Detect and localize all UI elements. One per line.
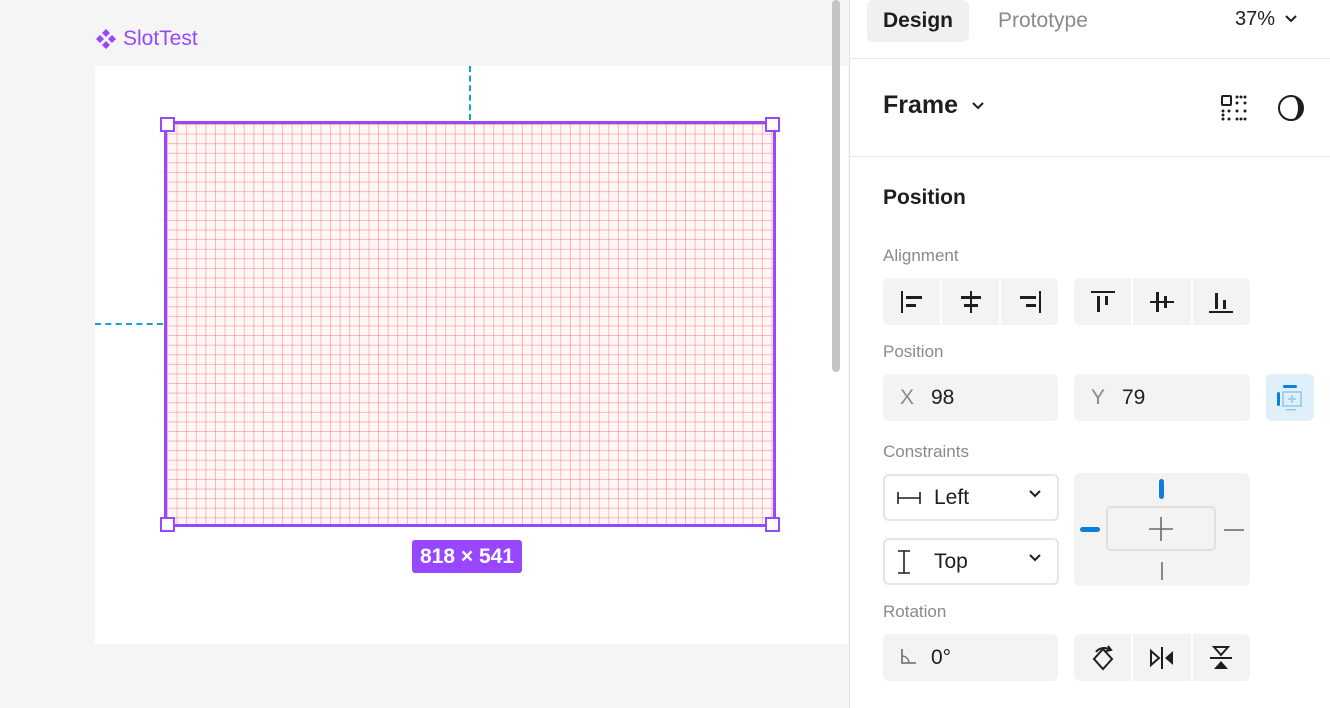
constraint-right-indicator[interactable] bbox=[1224, 529, 1244, 531]
frame-title: Frame bbox=[883, 91, 959, 119]
panel-tabs: Design Prototype 37% bbox=[850, 0, 1330, 59]
tab-design[interactable]: Design bbox=[867, 0, 970, 42]
flip-horizontal-button[interactable] bbox=[1133, 634, 1193, 681]
flip-vertical-button[interactable] bbox=[1193, 634, 1250, 681]
flip-vertical-icon bbox=[1210, 645, 1233, 669]
x-value: 98 bbox=[931, 385, 955, 409]
align-horizontal-center-button[interactable] bbox=[942, 278, 1001, 325]
align-left-icon bbox=[900, 290, 922, 313]
align-right-button[interactable] bbox=[1001, 278, 1058, 325]
constraint-center-box[interactable] bbox=[1106, 506, 1216, 551]
frame-type-dropdown[interactable]: Frame bbox=[883, 91, 984, 120]
vertical-alignment-group bbox=[1074, 278, 1250, 325]
horizontal-alignment-group bbox=[883, 278, 1058, 325]
align-bottom-icon bbox=[1209, 292, 1234, 313]
constraint-left-indicator[interactable] bbox=[1080, 527, 1100, 532]
align-left-button[interactable] bbox=[883, 278, 942, 325]
chevron-down-icon bbox=[1029, 490, 1041, 498]
rotation-field[interactable]: 0° bbox=[883, 634, 1058, 681]
align-horizontal-center-icon bbox=[960, 290, 981, 313]
canvas[interactable]: SlotTest 818 × 541 bbox=[0, 0, 848, 708]
flip-horizontal-icon bbox=[1149, 646, 1173, 669]
vertical-constraint-value: Top bbox=[934, 549, 968, 573]
constraints-icon bbox=[1277, 384, 1302, 410]
y-value: 79 bbox=[1122, 385, 1146, 409]
y-position-field[interactable]: Y 79 bbox=[1074, 374, 1250, 421]
align-vertical-center-icon bbox=[1149, 291, 1174, 312]
component-icon bbox=[96, 29, 116, 49]
vertical-scrollbar[interactable] bbox=[832, 0, 840, 372]
alignment-label: Alignment bbox=[883, 246, 959, 265]
vertical-constraint-icon bbox=[898, 549, 910, 574]
constraint-widget bbox=[1074, 473, 1250, 586]
resize-handle-top-left[interactable] bbox=[160, 117, 175, 132]
zoom-dropdown[interactable]: 37% bbox=[1235, 0, 1297, 38]
rotate-button[interactable] bbox=[1074, 634, 1134, 681]
constraint-top-indicator[interactable] bbox=[1159, 479, 1164, 499]
x-position-field[interactable]: X 98 bbox=[883, 374, 1058, 421]
rotation-value: 0° bbox=[931, 645, 952, 669]
chevron-down-icon bbox=[1029, 554, 1041, 562]
y-prefix: Y bbox=[1091, 385, 1106, 409]
chevron-down-icon bbox=[972, 101, 984, 109]
constraints-label: Constraints bbox=[883, 442, 969, 461]
x-prefix: X bbox=[900, 385, 915, 409]
selected-frame[interactable] bbox=[164, 121, 776, 527]
horizontal-constraint-icon bbox=[897, 491, 921, 504]
angle-icon bbox=[901, 648, 916, 664]
position-label: Position bbox=[883, 342, 944, 361]
resize-handle-bottom-right[interactable] bbox=[765, 517, 780, 532]
plus-icon bbox=[1149, 517, 1173, 541]
zoom-value: 37% bbox=[1234, 7, 1275, 30]
horizontal-constraint-value: Left bbox=[934, 485, 970, 509]
appearance-contrast-icon[interactable] bbox=[1277, 94, 1305, 122]
frame-header: Frame bbox=[850, 59, 1330, 157]
rotation-label: Rotation bbox=[883, 602, 947, 621]
chevron-down-icon bbox=[1285, 15, 1297, 23]
position-section-title: Position bbox=[883, 186, 966, 209]
resize-handle-bottom-left[interactable] bbox=[160, 517, 175, 532]
align-vertical-center-button[interactable] bbox=[1133, 278, 1193, 325]
tab-prototype[interactable]: Prototype bbox=[982, 0, 1104, 42]
rotate-icon bbox=[1092, 644, 1114, 670]
constraint-bottom-indicator[interactable] bbox=[1161, 562, 1163, 580]
transform-group bbox=[1074, 634, 1250, 681]
align-top-button[interactable] bbox=[1074, 278, 1134, 325]
layout-grid-icon[interactable] bbox=[1221, 95, 1247, 121]
align-bottom-button[interactable] bbox=[1193, 278, 1250, 325]
constraints-toggle-button[interactable] bbox=[1266, 374, 1314, 421]
frame-label-text: SlotTest bbox=[123, 27, 198, 50]
resize-handle-top-right[interactable] bbox=[765, 117, 780, 132]
frame-label[interactable]: SlotTest bbox=[95, 25, 198, 53]
guide-vertical bbox=[469, 66, 471, 120]
properties-panel: Design Prototype 37% Frame Position Alig… bbox=[849, 0, 1330, 708]
align-right-icon bbox=[1019, 290, 1041, 313]
horizontal-constraint-select[interactable]: Left bbox=[883, 474, 1059, 521]
size-badge: 818 × 541 bbox=[412, 540, 523, 573]
align-top-icon bbox=[1090, 290, 1115, 312]
vertical-constraint-select[interactable]: Top bbox=[883, 538, 1059, 585]
guide-horizontal bbox=[95, 323, 163, 325]
